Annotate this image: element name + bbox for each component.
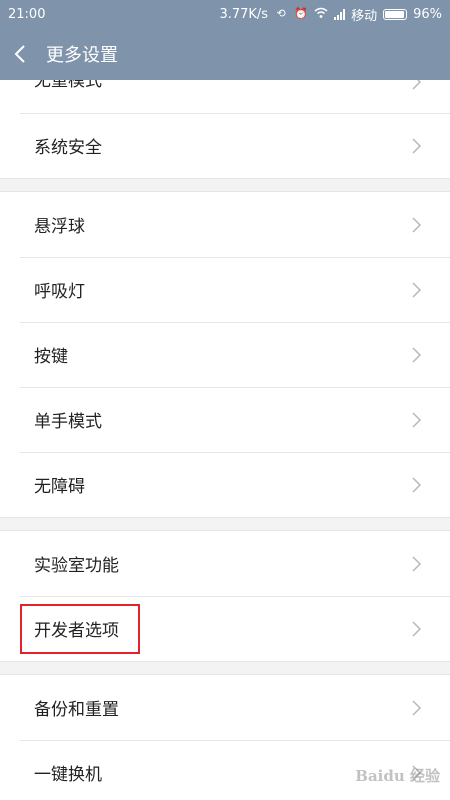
back-icon[interactable]	[0, 28, 40, 80]
page-title: 更多设置	[46, 45, 118, 66]
chevron-right-icon	[412, 346, 422, 363]
settings-item-label: 按键	[34, 347, 68, 367]
chevron-right-icon	[412, 411, 422, 428]
section-divider	[0, 178, 450, 192]
status-bar: 21:00 3.77K/s ⟲ ⏰ 移动 96%	[0, 0, 450, 28]
alarm-icon: ⏰	[294, 7, 308, 20]
settings-item-kids-mode[interactable]: 无重模式	[0, 80, 450, 113]
chevron-right-icon	[412, 281, 422, 298]
settings-item-label: 呼吸灯	[34, 282, 85, 302]
section-divider	[0, 661, 450, 675]
settings-item-buttons[interactable]: 按键	[0, 322, 450, 387]
carrier-label: 移动	[351, 8, 378, 24]
settings-item-label: 备份和重置	[34, 700, 119, 720]
chevron-right-icon	[412, 80, 422, 90]
settings-item-developer-options[interactable]: 开发者选项	[0, 596, 450, 661]
chevron-right-icon	[412, 216, 422, 233]
settings-item-floating-ball[interactable]: 悬浮球	[0, 192, 450, 257]
settings-item-breathing-light[interactable]: 呼吸灯	[0, 257, 450, 322]
settings-list: 无重模式 系统安全 悬浮球 呼吸灯 按键 单手模式 无障碍 实验室功能 开发者选…	[0, 80, 450, 800]
status-time: 21:00	[8, 6, 46, 22]
settings-item-label: 实验室功能	[34, 556, 119, 576]
chevron-right-icon	[412, 476, 422, 493]
header: 更多设置	[0, 28, 450, 80]
section-divider	[0, 517, 450, 531]
settings-group-1: 无重模式 系统安全	[0, 80, 450, 178]
settings-item-label: 单手模式	[34, 412, 102, 432]
settings-item-accessibility[interactable]: 无障碍	[0, 452, 450, 517]
status-icons: 3.77K/s ⟲ ⏰ 移动 96%	[219, 5, 442, 24]
settings-item-system-security[interactable]: 系统安全	[0, 113, 450, 178]
settings-item-label: 开发者选项	[34, 621, 119, 641]
sync-off-icon: ⟲	[276, 7, 286, 20]
settings-group-3: 实验室功能 开发者选项	[0, 531, 450, 661]
chevron-right-icon	[412, 137, 422, 154]
settings-item-label: 系统安全	[34, 138, 102, 158]
battery-icon	[383, 8, 408, 20]
settings-item-lab-features[interactable]: 实验室功能	[0, 531, 450, 596]
settings-item-backup-reset[interactable]: 备份和重置	[0, 675, 450, 740]
chevron-right-icon	[412, 555, 422, 572]
network-speed: 3.77K/s	[219, 6, 269, 22]
signal-icon	[334, 8, 346, 20]
chevron-right-icon	[412, 699, 422, 716]
battery-percent: 96%	[413, 6, 442, 22]
watermark: Baidu 经验	[355, 767, 440, 785]
chevron-right-icon	[412, 620, 422, 637]
settings-item-one-handed-mode[interactable]: 单手模式	[0, 387, 450, 452]
settings-item-label: 无障碍	[34, 477, 85, 497]
wifi-icon	[314, 7, 328, 21]
settings-item-label: 无重模式	[34, 80, 102, 91]
settings-item-label: 悬浮球	[34, 217, 85, 237]
settings-group-2: 悬浮球 呼吸灯 按键 单手模式 无障碍	[0, 192, 450, 517]
